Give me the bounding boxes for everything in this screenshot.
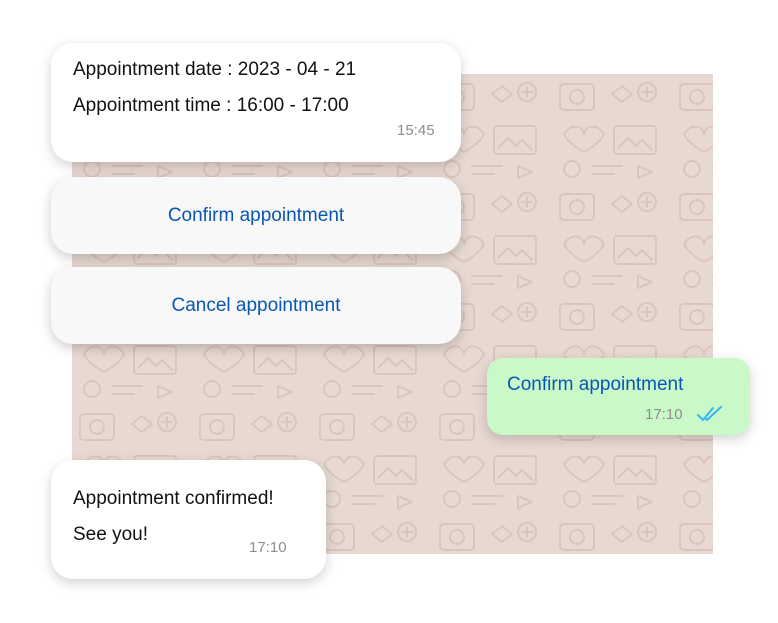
confirmation-text: Appointment confirmed! [73,488,274,509]
appointment-time-text: Appointment time : 16:00 - 17:00 [73,95,349,116]
farewell-text: See you! [73,524,148,545]
message-timestamp: 15:45 [397,122,435,139]
appointment-details-bubble: Appointment date : 2023 - 04 - 21 Appoin… [51,43,461,162]
sent-message-text: Confirm appointment [507,374,684,395]
sent-message-timestamp: 17:10 [645,406,683,423]
double-check-icon [697,406,722,421]
confirm-appointment-label: Confirm appointment [167,204,345,226]
cancel-appointment-button[interactable]: Cancel appointment [51,267,461,344]
sent-message-bubble: Confirm appointment 17:10 [487,358,750,435]
confirm-appointment-button[interactable]: Confirm appointment [51,177,461,254]
appointment-date-text: Appointment date : 2023 - 04 - 21 [73,59,357,80]
cancel-appointment-label: Cancel appointment [171,294,341,316]
confirmation-timestamp: 17:10 [249,539,287,556]
confirmation-bubble: Appointment confirmed! See you! 17:10 [51,460,326,579]
